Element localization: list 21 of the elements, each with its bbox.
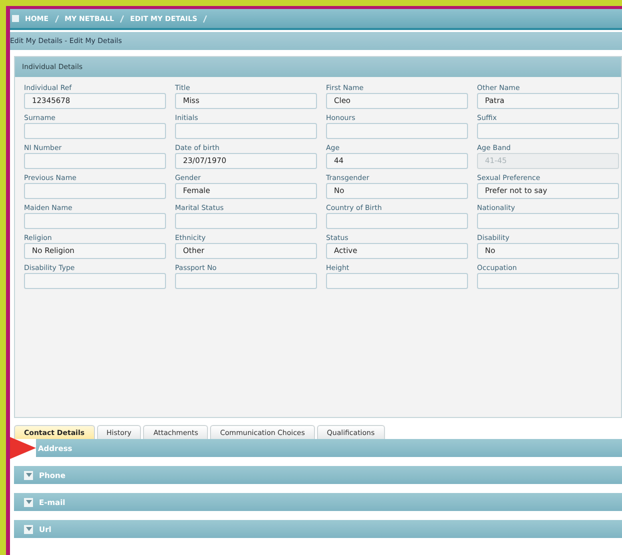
input-field[interactable] — [326, 213, 468, 229]
input-field[interactable] — [477, 123, 619, 139]
separator-icon — [203, 14, 208, 22]
menu-icon[interactable] — [12, 15, 19, 22]
expand-icon[interactable] — [24, 498, 33, 506]
input-field[interactable] — [326, 123, 468, 139]
input-field[interactable] — [24, 183, 166, 199]
input-field[interactable] — [326, 273, 468, 289]
input-field[interactable] — [175, 213, 317, 229]
input-field[interactable] — [175, 123, 317, 139]
input-field[interactable] — [24, 123, 166, 139]
separator-icon — [54, 14, 59, 22]
input-field[interactable] — [24, 273, 166, 289]
expand-icon[interactable] — [24, 524, 33, 534]
input-field[interactable] — [24, 213, 166, 229]
separator-icon — [120, 14, 124, 22]
input-field[interactable] — [175, 273, 317, 289]
input-field[interactable] — [24, 153, 166, 169]
input-field[interactable] — [477, 273, 619, 289]
expand-icon[interactable] — [24, 470, 33, 480]
input-field[interactable] — [477, 213, 619, 229]
